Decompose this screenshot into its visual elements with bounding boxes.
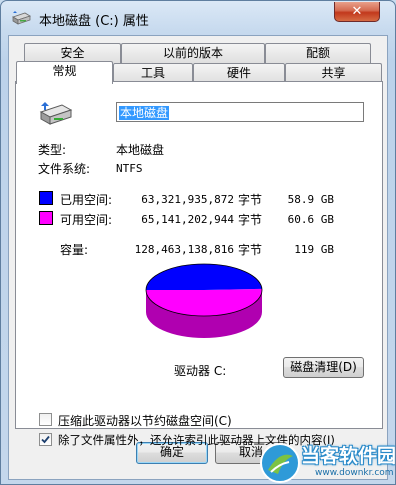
close-icon: ✕ — [351, 4, 363, 19]
used-space-swatch — [39, 191, 53, 205]
watermark: 当客软件园 www.downkr.com — [257, 441, 396, 484]
used-space-unit: 字节 — [238, 193, 263, 207]
compress-checkbox-label[interactable]: 压缩此驱动器以节约磁盘空间(C) — [58, 412, 232, 429]
free-space-swatch — [39, 211, 53, 225]
dialog-client: 安全 以前的版本 配额 常规 工具 硬件 共享 本地磁盘 类型: 本地磁盘 文件… — [8, 35, 388, 480]
properties-window: 本地磁盘 (C:) 属性 ✕ 安全 以前的版本 配额 常规 工具 硬件 共享 本… — [0, 0, 396, 485]
compress-checkbox[interactable] — [39, 413, 52, 426]
title-bar[interactable]: 本地磁盘 (C:) 属性 ✕ — [1, 1, 395, 35]
general-panel: 本地磁盘 类型: 本地磁盘 文件系统: NTFS 已用空间: 63,321,93… — [15, 81, 383, 447]
hard-drive-icon — [38, 100, 74, 128]
free-space-bytes: 65,141,202,944 — [141, 213, 234, 226]
watermark-logo-icon — [260, 443, 300, 483]
index-checkbox[interactable] — [39, 433, 52, 446]
watermark-url: www.downkr.com — [315, 468, 394, 478]
used-space-size: 58.9 GB — [287, 193, 334, 206]
tab-security[interactable]: 安全 — [24, 43, 121, 63]
type-value: 本地磁盘 — [116, 143, 165, 157]
disk-cleanup-button[interactable]: 磁盘清理(D) — [283, 357, 364, 378]
separator-bottom — [38, 394, 364, 395]
close-button[interactable]: ✕ — [334, 2, 380, 22]
tab-sharing[interactable]: 共享 — [285, 63, 382, 83]
capacity-bytes: 128,463,138,816 — [134, 243, 234, 256]
checkmark-icon — [41, 435, 50, 444]
capacity-unit: 字节 — [238, 243, 263, 257]
capacity-size: 119 GB — [294, 243, 334, 256]
tab-quota[interactable]: 配额 — [265, 43, 371, 63]
used-space-bytes: 63,321,935,872 — [141, 193, 234, 206]
disk-usage-pie — [145, 263, 263, 338]
separator-capacity — [38, 232, 364, 233]
drive-name-value: 本地磁盘 — [119, 106, 170, 120]
free-space-label: 可用空间: — [60, 213, 113, 227]
free-space-size: 60.6 GB — [287, 213, 334, 226]
tab-previous-versions[interactable]: 以前的版本 — [121, 43, 265, 63]
type-label: 类型: — [38, 143, 67, 157]
free-space-unit: 字节 — [238, 213, 263, 227]
window-title: 本地磁盘 (C:) 属性 — [39, 14, 149, 29]
filesystem-value: NTFS — [116, 162, 143, 175]
drive-icon — [11, 10, 31, 26]
tab-general[interactable]: 常规 — [16, 61, 113, 84]
filesystem-label: 文件系统: — [38, 162, 91, 176]
used-space-label: 已用空间: — [60, 193, 113, 207]
pie-slice-used — [146, 264, 262, 290]
tab-tools[interactable]: 工具 — [113, 63, 193, 83]
separator-middle — [38, 182, 364, 183]
tab-hardware[interactable]: 硬件 — [193, 63, 285, 83]
watermark-text: 当客软件园 — [301, 445, 396, 467]
capacity-label: 容量: — [60, 243, 89, 257]
separator-top — [38, 132, 364, 133]
drive-letter-label: 驱动器 C: — [174, 364, 227, 378]
drive-name-input[interactable]: 本地磁盘 — [116, 102, 364, 122]
